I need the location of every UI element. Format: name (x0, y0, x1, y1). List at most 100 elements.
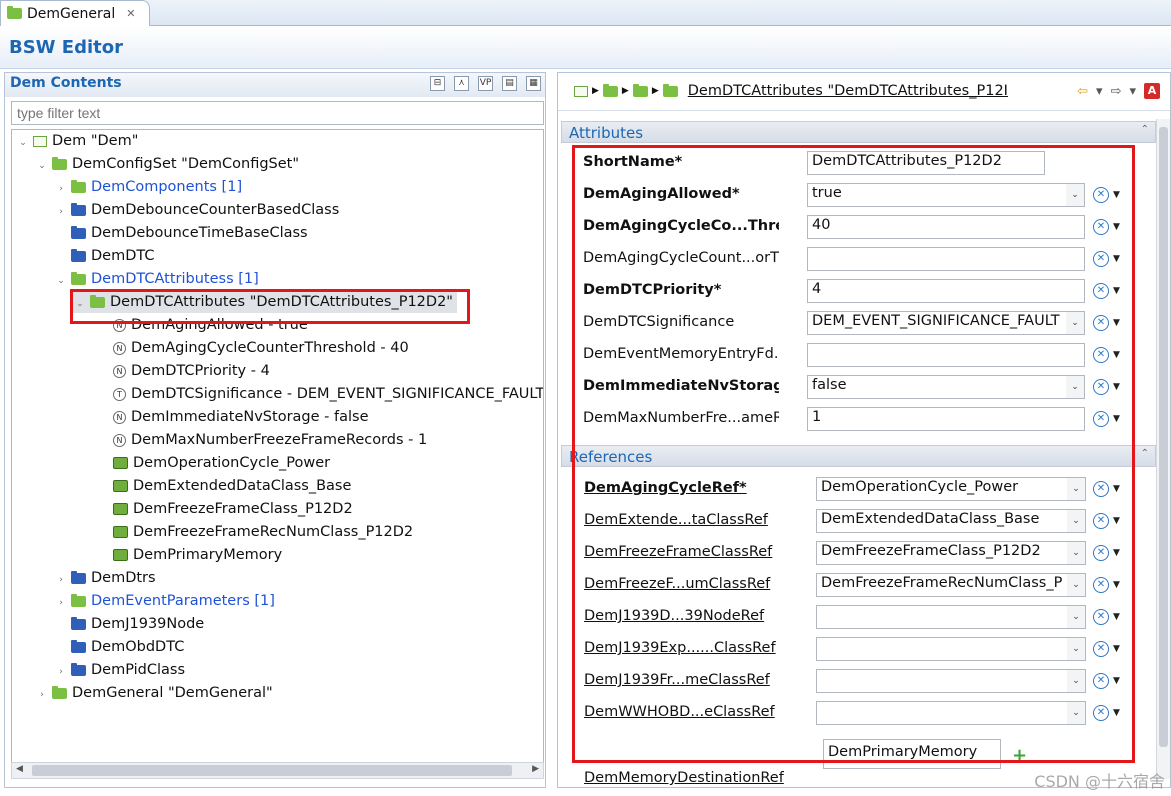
filter-input[interactable] (11, 101, 544, 125)
dropdown-icon[interactable]: ▼ (1113, 612, 1120, 622)
tree-item[interactable]: DemFreezeFrameRecNumClass_P12D2 (92, 521, 413, 543)
tree-item[interactable]: ⌄ DemConfigSet "DemConfigSet" (35, 153, 299, 175)
reset-icon[interactable]: ✕ (1093, 347, 1109, 363)
scrollbar-thumb[interactable] (32, 765, 512, 776)
reference-label[interactable]: DemExtende...taClassRef (584, 512, 780, 528)
attribute-field[interactable]: 1 (807, 407, 1085, 431)
tree-item[interactable]: › DemGeneral "DemGeneral" (35, 682, 272, 706)
add-icon[interactable]: + (1012, 745, 1027, 766)
chevron-down-icon[interactable]: ⌄ (1067, 702, 1085, 724)
reference-combo[interactable]: DemOperationCycle_Power ⌄ (816, 477, 1086, 501)
chevron-down-icon[interactable]: ⌄ (1066, 184, 1084, 206)
chevron-down-icon[interactable]: ⌄ (1067, 606, 1085, 628)
dropdown-icon[interactable]: ▼ (1113, 580, 1120, 590)
attribute-field[interactable]: DemDTCAttributes_P12D2 (807, 151, 1045, 175)
references-section-header[interactable]: References ⌃ (561, 445, 1156, 467)
tree-item[interactable]: DemDTC (54, 245, 155, 267)
reference-label[interactable]: DemJ1939Fr...meClassRef (584, 672, 780, 688)
reset-icon[interactable]: ✕ (1093, 283, 1109, 299)
forward-icon[interactable]: ⇨ (1111, 84, 1122, 99)
reference-label[interactable]: DemAgingCycleRef* (584, 480, 780, 496)
tree-item[interactable]: ⌄ DemDTCAttributess [1] (54, 268, 259, 290)
reference-label[interactable]: DemWWHOBD...eClassRef (584, 704, 780, 720)
dropdown-icon[interactable]: ▼ (1113, 318, 1120, 328)
link-icon[interactable]: ⋏ (454, 76, 469, 91)
dropdown-icon[interactable]: ▼ (1113, 708, 1120, 718)
chevron-down-icon[interactable]: ⌄ (1067, 542, 1085, 564)
tree-item[interactable]: N DemDTCPriority - 4 (92, 360, 270, 382)
collapse-icon[interactable]: ⌃ (1141, 448, 1149, 459)
collapse-icon[interactable]: › (54, 661, 68, 683)
attributes-section-header[interactable]: Attributes ⌃ (561, 121, 1156, 143)
attribute-field[interactable] (807, 343, 1085, 367)
reset-icon[interactable]: ✕ (1093, 705, 1109, 721)
dropdown-icon[interactable]: ▼ (1113, 382, 1120, 392)
dropdown-icon[interactable]: ▼ (1113, 222, 1120, 232)
attribute-field[interactable] (807, 247, 1085, 271)
reference-label[interactable]: DemFreezeF...umClassRef (584, 576, 780, 592)
scroll-right-icon[interactable]: ▶ (532, 764, 539, 774)
attribute-combo[interactable]: true ⌄ (807, 183, 1085, 207)
attribute-combo[interactable]: false ⌄ (807, 375, 1085, 399)
reset-icon[interactable]: ✕ (1093, 187, 1109, 203)
layout-icon[interactable]: ▦ (526, 76, 541, 91)
tree-item[interactable]: › DemComponents [1] (54, 176, 242, 198)
tree-item[interactable]: ⌄ Dem "Dem" (16, 130, 138, 152)
attribute-combo[interactable]: DEM_EVENT_SIGNIFICANCE_FAULT ⌄ (807, 311, 1085, 335)
reset-icon[interactable]: ✕ (1093, 219, 1109, 235)
expand-icon[interactable]: ⌄ (16, 132, 30, 154)
autosar-icon[interactable]: A (1144, 83, 1160, 99)
reference-combo[interactable]: ⌄ (816, 605, 1086, 629)
tree-item[interactable]: DemFreezeFrameClass_P12D2 (92, 498, 353, 520)
dropdown-icon[interactable]: ▼ (1113, 676, 1120, 686)
dropdown-icon[interactable]: ▼ (1113, 414, 1120, 424)
tree-item[interactable]: DemObdDTC (54, 636, 184, 658)
collapse-icon[interactable]: › (54, 569, 68, 591)
dropdown-icon[interactable]: ▼ (1113, 484, 1120, 494)
reset-icon[interactable]: ✕ (1093, 251, 1109, 267)
tree-item[interactable]: N DemAgingCycleCounterThreshold - 40 (92, 337, 409, 359)
expand-icon[interactable]: ⌄ (35, 155, 49, 177)
memory-destination-value[interactable]: DemPrimaryMemory (823, 739, 1001, 769)
tree-item[interactable]: DemOperationCycle_Power (92, 452, 330, 474)
tree-item[interactable]: › DemDebounceCounterBasedClass (54, 199, 339, 221)
chevron-down-icon[interactable]: ⌄ (1067, 638, 1085, 660)
chevron-down-icon[interactable]: ⌄ (1067, 574, 1085, 596)
collapse-icon[interactable]: › (35, 684, 49, 706)
chevron-down-icon[interactable]: ⌄ (1066, 376, 1084, 398)
dropdown-icon[interactable]: ▼ (1113, 286, 1120, 296)
collapse-icon[interactable]: › (54, 592, 68, 614)
reference-combo[interactable]: ⌄ (816, 669, 1086, 693)
attribute-field[interactable]: 4 (807, 279, 1085, 303)
scrollbar-thumb[interactable] (1159, 127, 1168, 747)
dropdown-icon[interactable]: ▼ (1113, 644, 1120, 654)
reference-combo[interactable]: ⌄ (816, 701, 1086, 725)
tree-item[interactable]: › DemDtrs (54, 567, 155, 591)
reset-icon[interactable]: ✕ (1093, 481, 1109, 497)
reset-icon[interactable]: ✕ (1093, 315, 1109, 331)
tree-item[interactable]: N DemAgingAllowed - true (92, 314, 308, 336)
tree-item[interactable]: › DemEventParameters [1] (54, 590, 275, 612)
tree-item[interactable]: ⌄ DemDTCAttributes "DemDTCAttributes_P12D… (73, 291, 457, 313)
tree-item[interactable]: DemPrimaryMemory (92, 544, 282, 566)
tree-item[interactable]: T DemDTCSignificance - DEM_EVENT_SIGNIFIC… (92, 383, 543, 405)
dropdown-icon[interactable]: ▼ (1113, 350, 1120, 360)
memory-destination-label[interactable]: DemMemoryDestinationRef (584, 770, 784, 786)
expand-icon[interactable]: ⌄ (73, 293, 87, 315)
collapse-icon[interactable]: ⌃ (1141, 124, 1149, 135)
dropdown-icon[interactable]: ▼ (1113, 516, 1120, 526)
dropdown-icon[interactable]: ▼ (1113, 254, 1120, 264)
chevron-down-icon[interactable]: ⌄ (1067, 510, 1085, 532)
dropdown-icon[interactable]: ▼ (1113, 548, 1120, 558)
horizontal-scrollbar[interactable]: ◀ ▶ (11, 762, 544, 779)
collapse-all-icon[interactable]: ⊟ (430, 76, 445, 91)
dropdown-icon[interactable]: ▼ (1113, 190, 1120, 200)
view-menu-icon[interactable]: ▤ (502, 76, 517, 91)
reset-icon[interactable]: ✕ (1093, 379, 1109, 395)
reset-icon[interactable]: ✕ (1093, 411, 1109, 427)
close-icon[interactable]: ✕ (126, 7, 135, 20)
tree-item[interactable]: DemExtendedDataClass_Base (92, 475, 351, 497)
vp-icon[interactable]: VP (478, 76, 493, 91)
expand-icon[interactable]: ⌄ (54, 270, 68, 292)
reset-icon[interactable]: ✕ (1093, 609, 1109, 625)
